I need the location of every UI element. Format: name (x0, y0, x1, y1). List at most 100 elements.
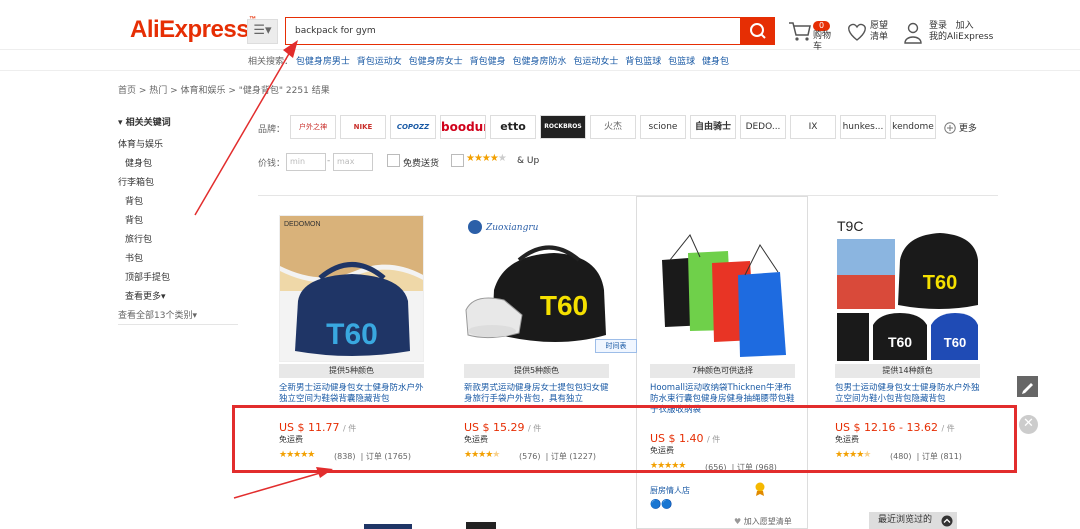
aliexpress-logo[interactable]: AliExpress™ (130, 16, 256, 44)
sidebar-subcategory[interactable]: 健身包 (118, 155, 238, 174)
related-link[interactable]: 包健身房男士 (296, 57, 350, 67)
next-row-product-image[interactable] (466, 522, 496, 529)
brand-chip[interactable]: 自由骑士 (690, 115, 736, 139)
sidebar-subcategory[interactable]: 书包 (118, 250, 238, 269)
annotation-arrow-to-prices (233, 472, 321, 499)
breadcrumb: 首页 > 热门 > 体育和娱乐 > "健身背包" 2251 结果 (118, 86, 330, 96)
account-button[interactable] (904, 22, 922, 44)
wishlist-button[interactable] (846, 22, 868, 42)
brand-chip[interactable]: DEDO... (740, 115, 786, 139)
svg-text:T60: T60 (326, 318, 378, 351)
my-aliexpress-link[interactable]: 我的AliExpress (929, 32, 993, 42)
cart-icon (789, 22, 811, 41)
brand-filter-label: 品牌： (258, 125, 286, 135)
product-image[interactable]: T60 DEDOMON (279, 215, 424, 362)
feedback-button[interactable] (1017, 376, 1038, 397)
recently-viewed-button[interactable]: 最近浏览过的 (869, 512, 957, 529)
brand-chip[interactable]: IX (790, 115, 836, 139)
brand-chip[interactable]: kendome (890, 115, 936, 139)
store-badges-icon: 🔵🔵 (650, 500, 673, 510)
gym-bag-image: Zuoxiangru T60 (464, 215, 609, 362)
related-link[interactable]: 包健身房女士 (409, 57, 463, 67)
brand-tag: T9C (837, 218, 863, 234)
add-to-wishlist-button[interactable]: ♥ 加入愿望清单 (734, 516, 792, 527)
product-title[interactable]: 包男士运动健身包女士健身防水户外独立空间为鞋小包背包隐藏背包 (835, 383, 983, 407)
brand-chip[interactable]: etto (490, 115, 536, 139)
brands-more-label: 更多 (958, 124, 977, 134)
related-link[interactable]: 背包运动女 (357, 57, 402, 67)
brand-chip[interactable]: NIKE (340, 115, 386, 139)
rating-filter-checkbox[interactable] (451, 154, 464, 167)
rating-filter-stars: ★★★★★ (466, 153, 507, 164)
logo-text: AliExpress (130, 16, 250, 43)
heart-icon (848, 23, 866, 41)
related-link[interactable]: 背包健身 (470, 57, 506, 67)
price-min-input[interactable]: min (286, 153, 326, 171)
sidebar-subcategory[interactable]: 背包 (118, 212, 238, 231)
brand-chip[interactable]: hunkes... (840, 115, 886, 139)
search-input[interactable] (286, 18, 740, 44)
search-icon (750, 23, 766, 39)
wishlist-label: 加入愿望清单 (743, 517, 792, 526)
gym-bag-collage-image: T9C T60 T60 T60 (835, 215, 980, 362)
cart-count-badge: 0 (813, 21, 830, 31)
sidebar-subcategory[interactable]: 顶部手提包 (118, 269, 238, 288)
free-shipping-checkbox[interactable] (387, 154, 400, 167)
store-link[interactable]: 厨房情人店 (650, 485, 690, 496)
brand-chip[interactable]: 户外之神 (290, 115, 336, 139)
chevron-up-circle-icon (941, 515, 953, 527)
brand-chip[interactable]: boodun (440, 115, 486, 139)
close-icon: ✕ (1023, 416, 1034, 431)
related-link[interactable]: 包运动女士 (573, 57, 618, 67)
product-image[interactable]: Zuoxiangru T60 (464, 215, 609, 362)
product-title[interactable]: 全新男士运动健身包女士健身防水户外独立空间为鞋袋背囊隐藏背包 (279, 383, 427, 407)
brand-chip[interactable]: COPOZZ (390, 115, 436, 139)
sidebar-subcategory[interactable]: 背包 (118, 193, 238, 212)
brand-chip[interactable]: 火杰 (590, 115, 636, 139)
free-shipping-label: 免费送货 (403, 159, 440, 169)
wishlist-label[interactable]: 愿望清单 (870, 21, 890, 43)
rating-up-label: & Up (517, 156, 540, 166)
cart-label[interactable]: 购物车 (813, 31, 833, 53)
close-floating-button[interactable]: ✕ (1019, 415, 1038, 434)
account-links: 登录 加入 我的AliExpress (929, 21, 993, 43)
next-row-product-image[interactable] (364, 524, 412, 529)
timeline-badge[interactable]: 时间表 (595, 339, 637, 353)
product-title[interactable]: 新款男式运动健身房女士提包包妇女健身旅行手袋户外背包，具有独立 (464, 383, 612, 407)
sidebar-category[interactable]: 行李箱包 (118, 174, 238, 193)
price-max-input[interactable]: max (333, 153, 373, 171)
category-menu-button[interactable]: ☰▾ (247, 19, 278, 44)
brands-more-button[interactable]: 更多 (944, 121, 977, 134)
search-button[interactable] (741, 17, 775, 45)
color-options-banner: 提供5种颜色 (464, 364, 609, 378)
sidebar-more-link[interactable]: 查看更多▾ (118, 288, 238, 307)
heart-icon: ♥ (734, 517, 742, 526)
sidebar-category[interactable]: 体育与娱乐 (118, 136, 238, 155)
related-link[interactable]: 背包篮球 (625, 57, 661, 67)
sidebar-subcategory[interactable]: 旅行包 (118, 231, 238, 250)
svg-text:T60: T60 (888, 334, 912, 350)
brand-chip[interactable]: scione (640, 115, 686, 139)
price-range-dash: - (327, 156, 331, 166)
sidebar-title: ▾ 相关关键词 (118, 118, 171, 128)
related-label: 相关搜索： (248, 57, 294, 67)
price-filter-label: 价钱： (258, 159, 286, 169)
product-image[interactable]: T9C T60 T60 T60 (835, 215, 980, 362)
related-link[interactable]: 包篮球 (668, 57, 695, 67)
gym-bag-image: T60 DEDOMON (280, 216, 423, 361)
medal-icon (754, 482, 766, 496)
related-link[interactable]: 包健身房防水 (512, 57, 566, 67)
header-divider (0, 70, 1080, 71)
color-options-banner: 7种颜色可供选择 (650, 364, 795, 378)
annotation-highlight-box (232, 405, 1017, 473)
filter-divider (258, 195, 998, 196)
cart-button[interactable] (788, 20, 812, 42)
product-image[interactable] (650, 215, 795, 362)
join-link[interactable]: 加入 (956, 21, 974, 31)
search-box[interactable] (285, 17, 741, 45)
color-options-banner: 提供14种颜色 (835, 364, 980, 378)
brand-chip[interactable]: ROCKBROS (540, 115, 586, 139)
related-link[interactable]: 健身包 (702, 57, 729, 67)
signin-link[interactable]: 登录 (929, 21, 947, 31)
pencil-icon (1022, 383, 1033, 394)
